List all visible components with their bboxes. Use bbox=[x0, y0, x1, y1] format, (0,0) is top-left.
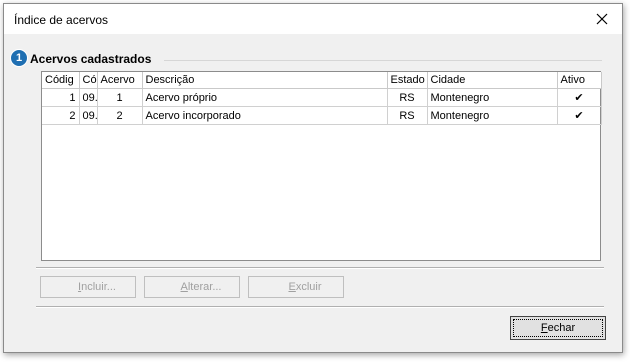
separator-bottom bbox=[36, 306, 604, 308]
acervos-table[interactable]: Códig Có Acervo Descrição Estado Cidade … bbox=[41, 71, 602, 261]
column-header-acervo[interactable]: Acervo bbox=[97, 72, 143, 89]
window-title: Índice de acervos bbox=[14, 13, 109, 27]
cell-estado: RS bbox=[387, 106, 428, 125]
cell-co: 09. bbox=[79, 106, 98, 125]
column-header-estado[interactable]: Estado bbox=[387, 72, 428, 89]
incluir-label: ncluir... bbox=[81, 281, 116, 293]
dialog-window: Índice de acervos 1 Acervos cadastrados … bbox=[3, 3, 623, 353]
column-header-ativo[interactable]: Ativo bbox=[557, 72, 602, 89]
group-divider bbox=[164, 60, 602, 61]
focus-rect bbox=[513, 319, 603, 337]
table-row[interactable]: 1 09. 1 Acervo próprio RS Montenegro ✔ bbox=[42, 88, 602, 107]
fechar-button[interactable]: Fechar bbox=[510, 316, 606, 340]
cell-codigo: 2 bbox=[42, 106, 80, 125]
close-button[interactable] bbox=[582, 4, 622, 34]
excluir-label: xcluir bbox=[295, 281, 322, 293]
callout-badge-1: 1 bbox=[10, 49, 28, 67]
column-header-descricao[interactable]: Descrição bbox=[142, 72, 388, 89]
column-header-co[interactable]: Có bbox=[79, 72, 98, 89]
ativo-checkbox[interactable]: ✔ bbox=[557, 88, 602, 107]
cell-acervo: 1 bbox=[97, 88, 143, 107]
title-bar: Índice de acervos bbox=[4, 4, 622, 34]
cell-acervo: 2 bbox=[97, 106, 143, 125]
table-header-row: Códig Có Acervo Descrição Estado Cidade … bbox=[42, 72, 602, 89]
cell-cidade: Montenegro bbox=[427, 106, 558, 125]
excluir-accel: E bbox=[288, 281, 296, 293]
incluir-button[interactable]: Incluir... bbox=[40, 276, 136, 298]
excluir-button[interactable]: Excluir bbox=[248, 276, 344, 298]
close-icon bbox=[596, 13, 608, 25]
alterar-accel: A bbox=[180, 281, 188, 293]
separator-top bbox=[36, 267, 604, 269]
cell-estado: RS bbox=[387, 88, 428, 107]
column-header-cidade[interactable]: Cidade bbox=[427, 72, 558, 89]
cell-descricao: Acervo incorporado bbox=[142, 106, 388, 125]
table-row[interactable]: 2 09. 2 Acervo incorporado RS Montenegro… bbox=[42, 106, 602, 125]
ativo-checkbox[interactable]: ✔ bbox=[557, 106, 602, 125]
column-header-codigo[interactable]: Códig bbox=[42, 72, 80, 89]
cell-descricao: Acervo próprio bbox=[142, 88, 388, 107]
alterar-button[interactable]: Alterar... bbox=[144, 276, 240, 298]
cell-cidade: Montenegro bbox=[427, 88, 558, 107]
group-title: Acervos cadastrados bbox=[30, 52, 152, 66]
alterar-label: lterar... bbox=[187, 281, 222, 293]
cell-codigo: 1 bbox=[42, 88, 80, 107]
cell-co: 09. bbox=[79, 88, 98, 107]
